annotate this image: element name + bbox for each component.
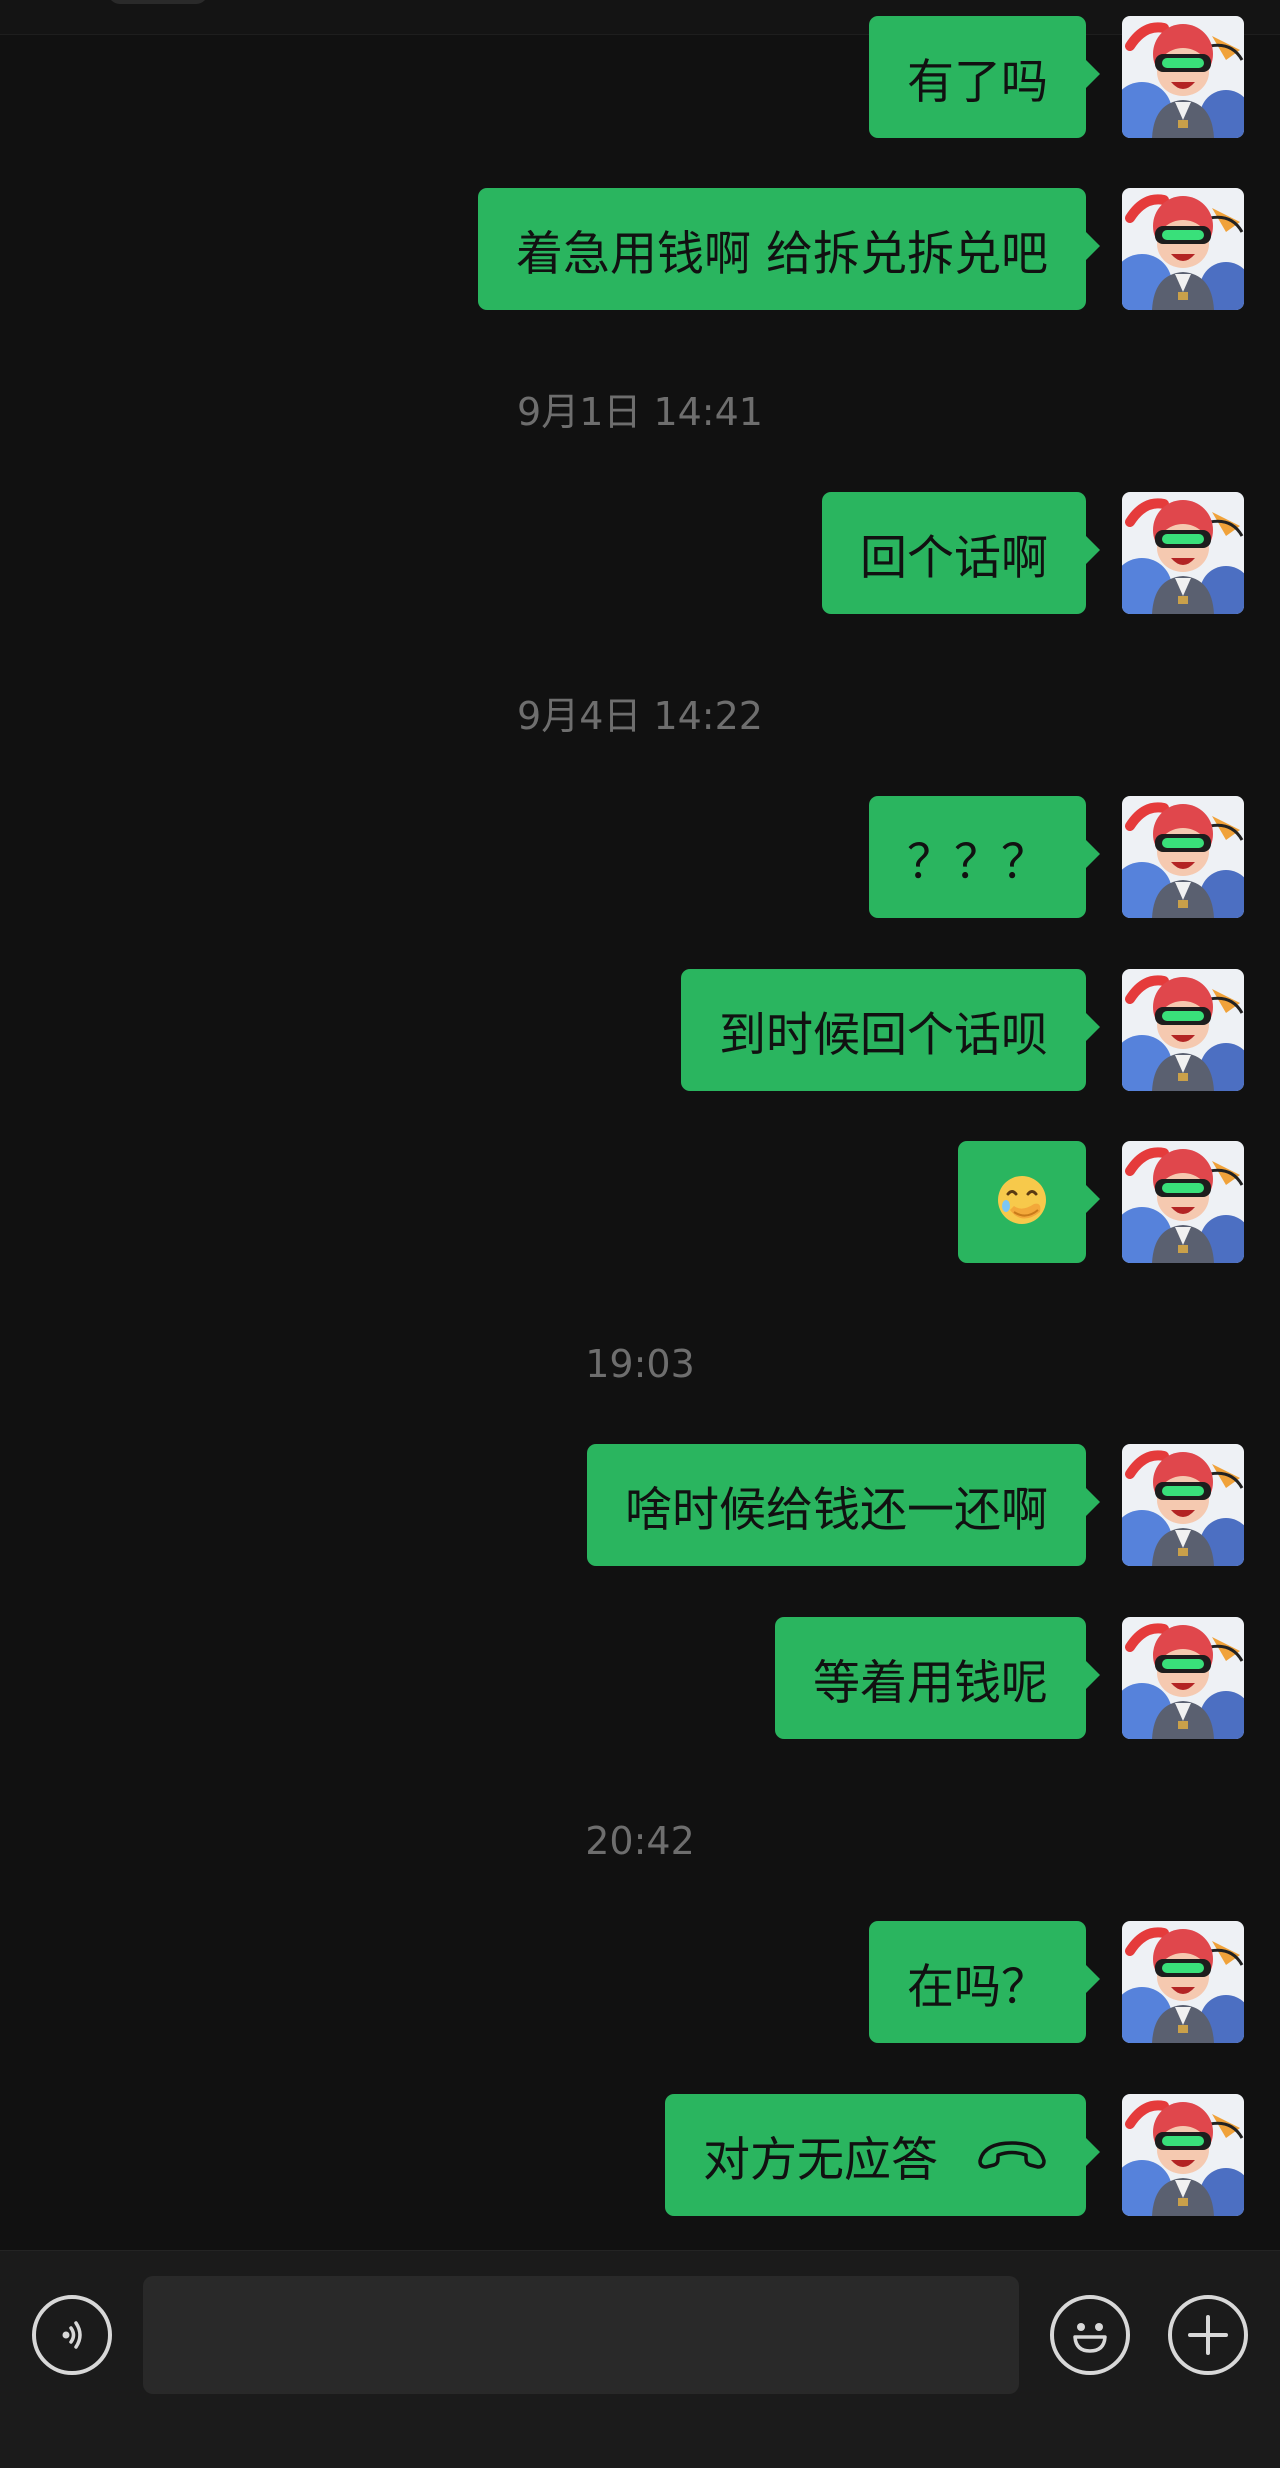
chat-screen: 有了吗 着急用钱啊 给拆兑拆兑吧 9月1日 14:41 回个话啊 9月4日 14… (0, 0, 1280, 2468)
timestamp: 9月4日 14:22 (517, 694, 763, 738)
input-bar (0, 2250, 1280, 2468)
message-bubble[interactable] (958, 1141, 1100, 1263)
message-row (958, 1141, 1244, 1263)
emoji-button[interactable] (1050, 2295, 1130, 2375)
timestamp: 9月1日 14:41 (517, 390, 763, 434)
message-bubble[interactable]: ？？？ (869, 796, 1100, 918)
message-text: 回个话啊 (860, 530, 1048, 586)
plus-circle-icon (1188, 2315, 1228, 2355)
timestamp: 20:42 (585, 1819, 695, 1863)
top-bar-control (108, 0, 208, 4)
message-text: 到时候回个话呗 (719, 1007, 1048, 1063)
user-avatar[interactable] (1122, 16, 1244, 138)
message-bubble[interactable]: 着急用钱啊 给拆兑拆兑吧 (478, 188, 1100, 310)
user-avatar[interactable] (1122, 492, 1244, 614)
message-bubble[interactable]: 有了吗 (869, 16, 1100, 138)
user-avatar[interactable] (1122, 1921, 1244, 2043)
message-row: 回个话啊 (822, 492, 1244, 614)
call-record-bubble[interactable]: 对方无应答 (665, 2094, 1100, 2216)
message-text: 等着用钱呢 (813, 1655, 1048, 1711)
message-row: 等着用钱呢 (775, 1617, 1244, 1739)
message-text: 有了吗 (907, 54, 1048, 110)
voice-input-button[interactable] (32, 2295, 112, 2375)
message-text: 在吗？ (907, 1959, 1048, 2015)
emoji-smiley-icon (1073, 2323, 1107, 2353)
message-row: 对方无应答 (665, 2094, 1244, 2216)
user-avatar[interactable] (1122, 969, 1244, 1091)
more-options-button[interactable] (1168, 2295, 1248, 2375)
message-input[interactable] (143, 2276, 1019, 2394)
face-with-hand-over-mouth-emoji (998, 1176, 1046, 1224)
message-text: 对方无应答 (703, 2132, 938, 2188)
user-avatar[interactable] (1122, 2094, 1244, 2216)
user-avatar[interactable] (1122, 188, 1244, 310)
message-row: 到时候回个话呗 (681, 969, 1244, 1091)
timestamp: 19:03 (585, 1342, 695, 1386)
message-text: 着急用钱啊 给拆兑拆兑吧 (516, 226, 1048, 282)
user-avatar[interactable] (1122, 1141, 1244, 1263)
message-row: ？？？ (869, 796, 1244, 918)
message-bubble[interactable]: 等着用钱呢 (775, 1617, 1100, 1739)
user-avatar[interactable] (1122, 1617, 1244, 1739)
message-row: 在吗？ (869, 1921, 1244, 2043)
user-avatar[interactable] (1122, 1444, 1244, 1566)
message-row: 有了吗 (869, 16, 1244, 138)
message-text: ？？？ (907, 834, 1048, 890)
user-avatar[interactable] (1122, 796, 1244, 918)
message-text: 啥时候给钱还一还啊 (625, 1482, 1048, 1538)
message-row: 啥时候给钱还一还啊 (587, 1444, 1244, 1566)
voice-input-icon (62, 2321, 82, 2349)
message-bubble[interactable]: 啥时候给钱还一还啊 (587, 1444, 1100, 1566)
message-bubble[interactable]: 在吗？ (869, 1921, 1100, 2043)
message-bubble[interactable]: 到时候回个话呗 (681, 969, 1100, 1091)
message-bubble[interactable]: 回个话啊 (822, 492, 1100, 614)
hang-up-phone-icon (978, 2141, 1046, 2169)
message-row: 着急用钱啊 给拆兑拆兑吧 (478, 188, 1244, 310)
